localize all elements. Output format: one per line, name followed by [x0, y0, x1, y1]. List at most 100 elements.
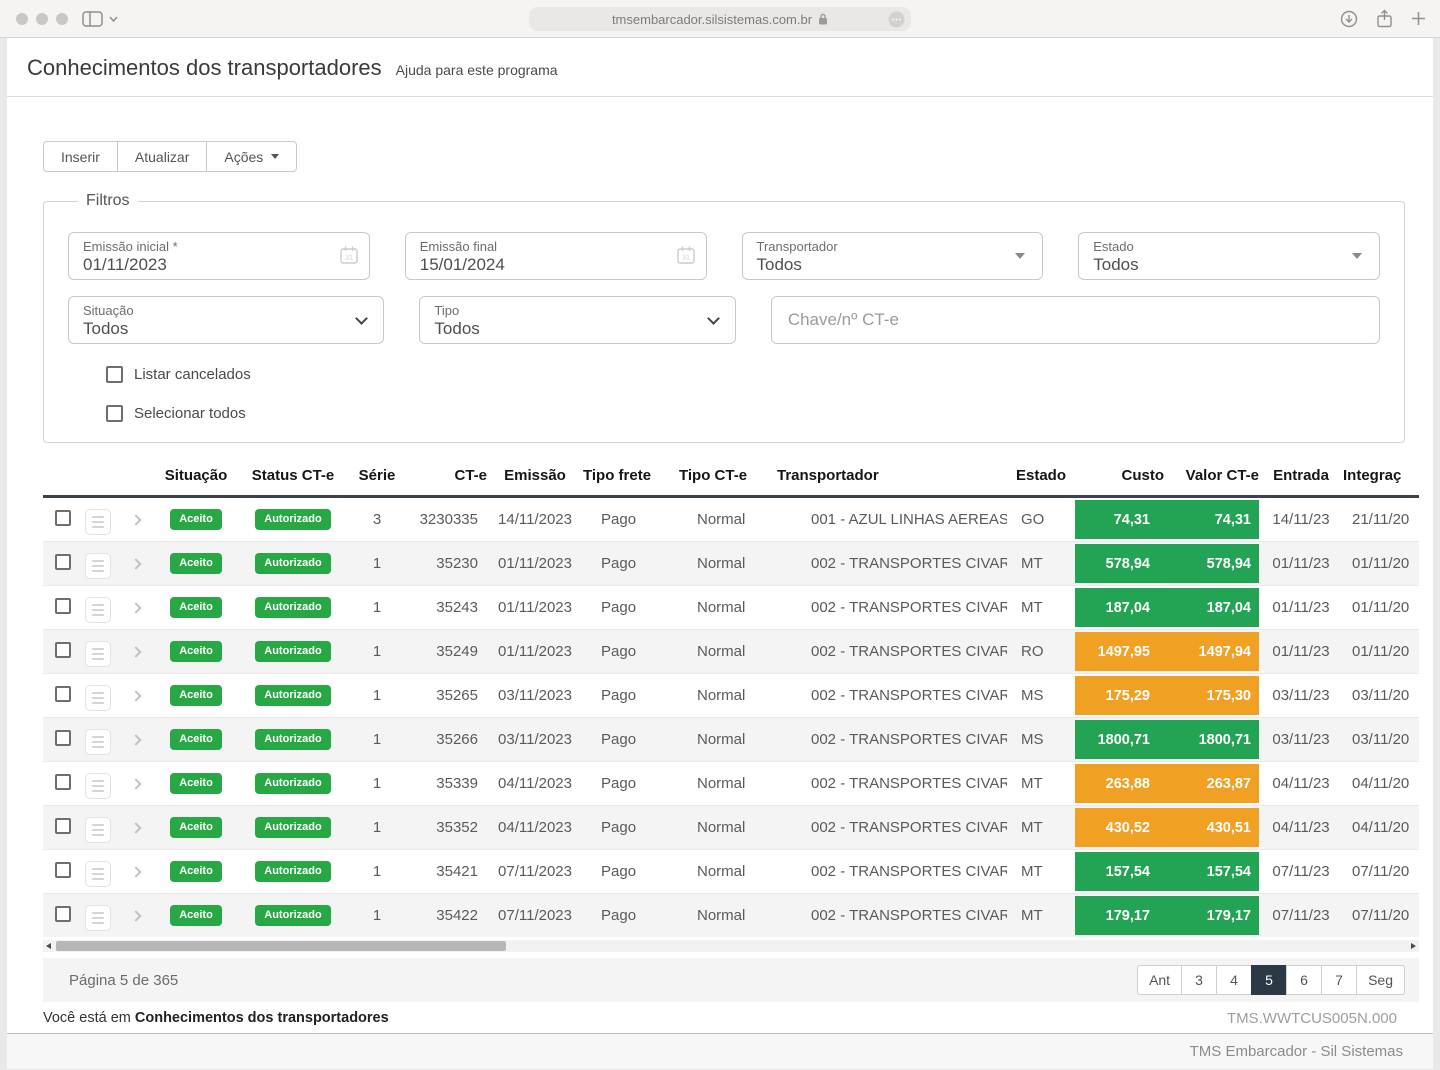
chave-cte-input[interactable]: [771, 297, 1379, 343]
situacao-badge: Aceito: [170, 641, 222, 662]
row-expand-chevron-icon[interactable]: [130, 822, 142, 834]
row-checkbox[interactable]: [55, 641, 71, 658]
cell-estado: MT: [1007, 761, 1075, 806]
page-button-3[interactable]: 3: [1181, 965, 1218, 995]
scroll-right-arrow-icon[interactable]: [1411, 943, 1416, 949]
calendar-icon[interactable]: 31: [676, 245, 696, 265]
cell-transportador: 002 - TRANSPORTES CIVARDI: [777, 849, 1007, 894]
row-checkbox[interactable]: [55, 729, 71, 746]
page-button-5[interactable]: 5: [1251, 965, 1288, 995]
row-checkbox[interactable]: [55, 817, 71, 834]
row-menu-icon[interactable]: [85, 684, 111, 711]
row-menu-icon[interactable]: [85, 552, 111, 579]
row-expand-chevron-icon[interactable]: [130, 778, 142, 790]
scrollbar-thumb[interactable]: [56, 941, 506, 951]
cell-entrada: 04/11/23: [1259, 761, 1343, 806]
tipo-select[interactable]: Tipo Todos: [419, 296, 736, 344]
calendar-icon[interactable]: 31: [339, 245, 359, 265]
cell-transportador: 002 - TRANSPORTES CIVARDI: [777, 717, 1007, 762]
emissao-final-label: Emissão final: [419, 239, 498, 254]
cell-entrada: 04/11/23: [1259, 805, 1343, 850]
downloads-icon[interactable]: [1340, 10, 1358, 28]
row-checkbox[interactable]: [55, 597, 71, 614]
row-menu-icon[interactable]: [85, 772, 111, 799]
row-checkbox[interactable]: [55, 685, 71, 702]
maximize-window-icon[interactable]: [56, 13, 68, 25]
row-expand-chevron-icon[interactable]: [130, 734, 142, 746]
horizontal-scrollbar[interactable]: [43, 940, 1419, 952]
row-checkbox[interactable]: [55, 509, 71, 526]
cell-serie: 1: [347, 805, 407, 850]
page-info: Página 5 de 365: [69, 971, 179, 989]
row-menu-icon[interactable]: [85, 596, 111, 623]
table-row: Aceito Autorizado 1 35422 07/11/2023 Pag…: [43, 893, 1419, 937]
svg-text:31: 31: [682, 255, 690, 262]
row-checkbox[interactable]: [55, 861, 71, 878]
cell-custo: 157,54: [1075, 852, 1164, 891]
row-menu-icon[interactable]: [85, 816, 111, 843]
situacao-select[interactable]: Situação Todos: [68, 296, 385, 344]
actions-button[interactable]: Ações: [206, 141, 298, 172]
cell-transportador: 002 - TRANSPORTES CIVARDI: [777, 629, 1007, 674]
page-button-6[interactable]: 6: [1286, 965, 1323, 995]
row-expand-chevron-icon[interactable]: [130, 690, 142, 702]
chevron-down-icon[interactable]: [109, 16, 118, 22]
estado-select[interactable]: Estado Todos: [1078, 232, 1380, 280]
row-expand-chevron-icon[interactable]: [130, 558, 142, 570]
cell-valor-cte: 1497,94: [1164, 632, 1259, 671]
page-settings-icon[interactable]: [888, 11, 905, 28]
col-header-estado: Estado: [1007, 457, 1075, 498]
page-button-ant[interactable]: Ant: [1137, 965, 1183, 995]
table-row: Aceito Autorizado 3 3230335 14/11/2023 P…: [43, 497, 1419, 542]
cell-custo: 179,17: [1075, 896, 1164, 935]
row-menu-icon[interactable]: [85, 640, 111, 667]
listar-cancelados-checkbox[interactable]: [106, 366, 123, 383]
share-icon[interactable]: [1376, 9, 1393, 28]
row-checkbox[interactable]: [55, 905, 71, 922]
row-expand-chevron-icon[interactable]: [130, 602, 142, 614]
transportador-label: Transportador: [756, 239, 838, 254]
page-button-4[interactable]: 4: [1216, 965, 1253, 995]
row-expand-chevron-icon[interactable]: [130, 514, 142, 526]
row-menu-icon[interactable]: [85, 860, 111, 887]
sidebar-toggle-icon[interactable]: [82, 11, 103, 27]
transportador-select[interactable]: Transportador Todos: [741, 232, 1044, 280]
emissao-final-field[interactable]: Emissão final 15/01/2024 31: [404, 232, 707, 280]
situacao-value: Todos: [83, 319, 129, 338]
row-expand-chevron-icon[interactable]: [130, 646, 142, 658]
minimize-window-icon[interactable]: [36, 13, 48, 25]
row-expand-chevron-icon[interactable]: [130, 866, 142, 878]
app-name: TMS Embarcador - Sil Sistemas: [1189, 1043, 1403, 1060]
cell-entrada: 07/11/23: [1259, 849, 1343, 894]
status-cte-badge: Autorizado: [255, 641, 331, 662]
refresh-button[interactable]: Atualizar: [116, 141, 208, 172]
cell-tipo-cte: Normal: [679, 893, 777, 937]
row-menu-icon[interactable]: [85, 728, 111, 755]
insert-button[interactable]: Inserir: [43, 141, 118, 172]
row-checkbox[interactable]: [55, 773, 71, 790]
cell-integracao: 01/11/20: [1343, 585, 1419, 630]
window-controls[interactable]: [16, 13, 68, 25]
col-header-integracao: Integraç: [1343, 457, 1419, 498]
emissao-inicial-field[interactable]: Emissão inicial * 01/11/2023 31: [68, 232, 370, 280]
page-button-seg[interactable]: Seg: [1356, 965, 1405, 995]
row-menu-icon[interactable]: [85, 508, 111, 535]
close-window-icon[interactable]: [16, 13, 28, 25]
col-header-emissao: Emissão: [487, 457, 583, 498]
row-expand-chevron-icon[interactable]: [130, 910, 142, 922]
table-row: Aceito Autorizado 1 35265 03/11/2023 Pag…: [43, 673, 1419, 718]
pagination: Ant 3 4 5 6 7 Seg: [1137, 965, 1405, 995]
address-bar[interactable]: tmsembarcador.silsistemas.com.br: [529, 7, 911, 31]
help-link[interactable]: Ajuda para este programa: [396, 62, 558, 78]
cell-valor-cte: 578,94: [1164, 544, 1259, 583]
selecionar-todos-checkbox[interactable]: [106, 405, 123, 422]
cell-emissao: 04/11/2023: [487, 761, 583, 806]
cell-tipo-frete: Pago: [583, 849, 679, 894]
tipo-label: Tipo: [434, 303, 460, 318]
new-tab-icon[interactable]: [1411, 11, 1426, 26]
row-checkbox[interactable]: [55, 553, 71, 570]
scroll-left-arrow-icon[interactable]: [46, 943, 51, 949]
cell-emissao: 04/11/2023: [487, 805, 583, 850]
row-menu-icon[interactable]: [85, 904, 111, 931]
page-button-7[interactable]: 7: [1321, 965, 1358, 995]
